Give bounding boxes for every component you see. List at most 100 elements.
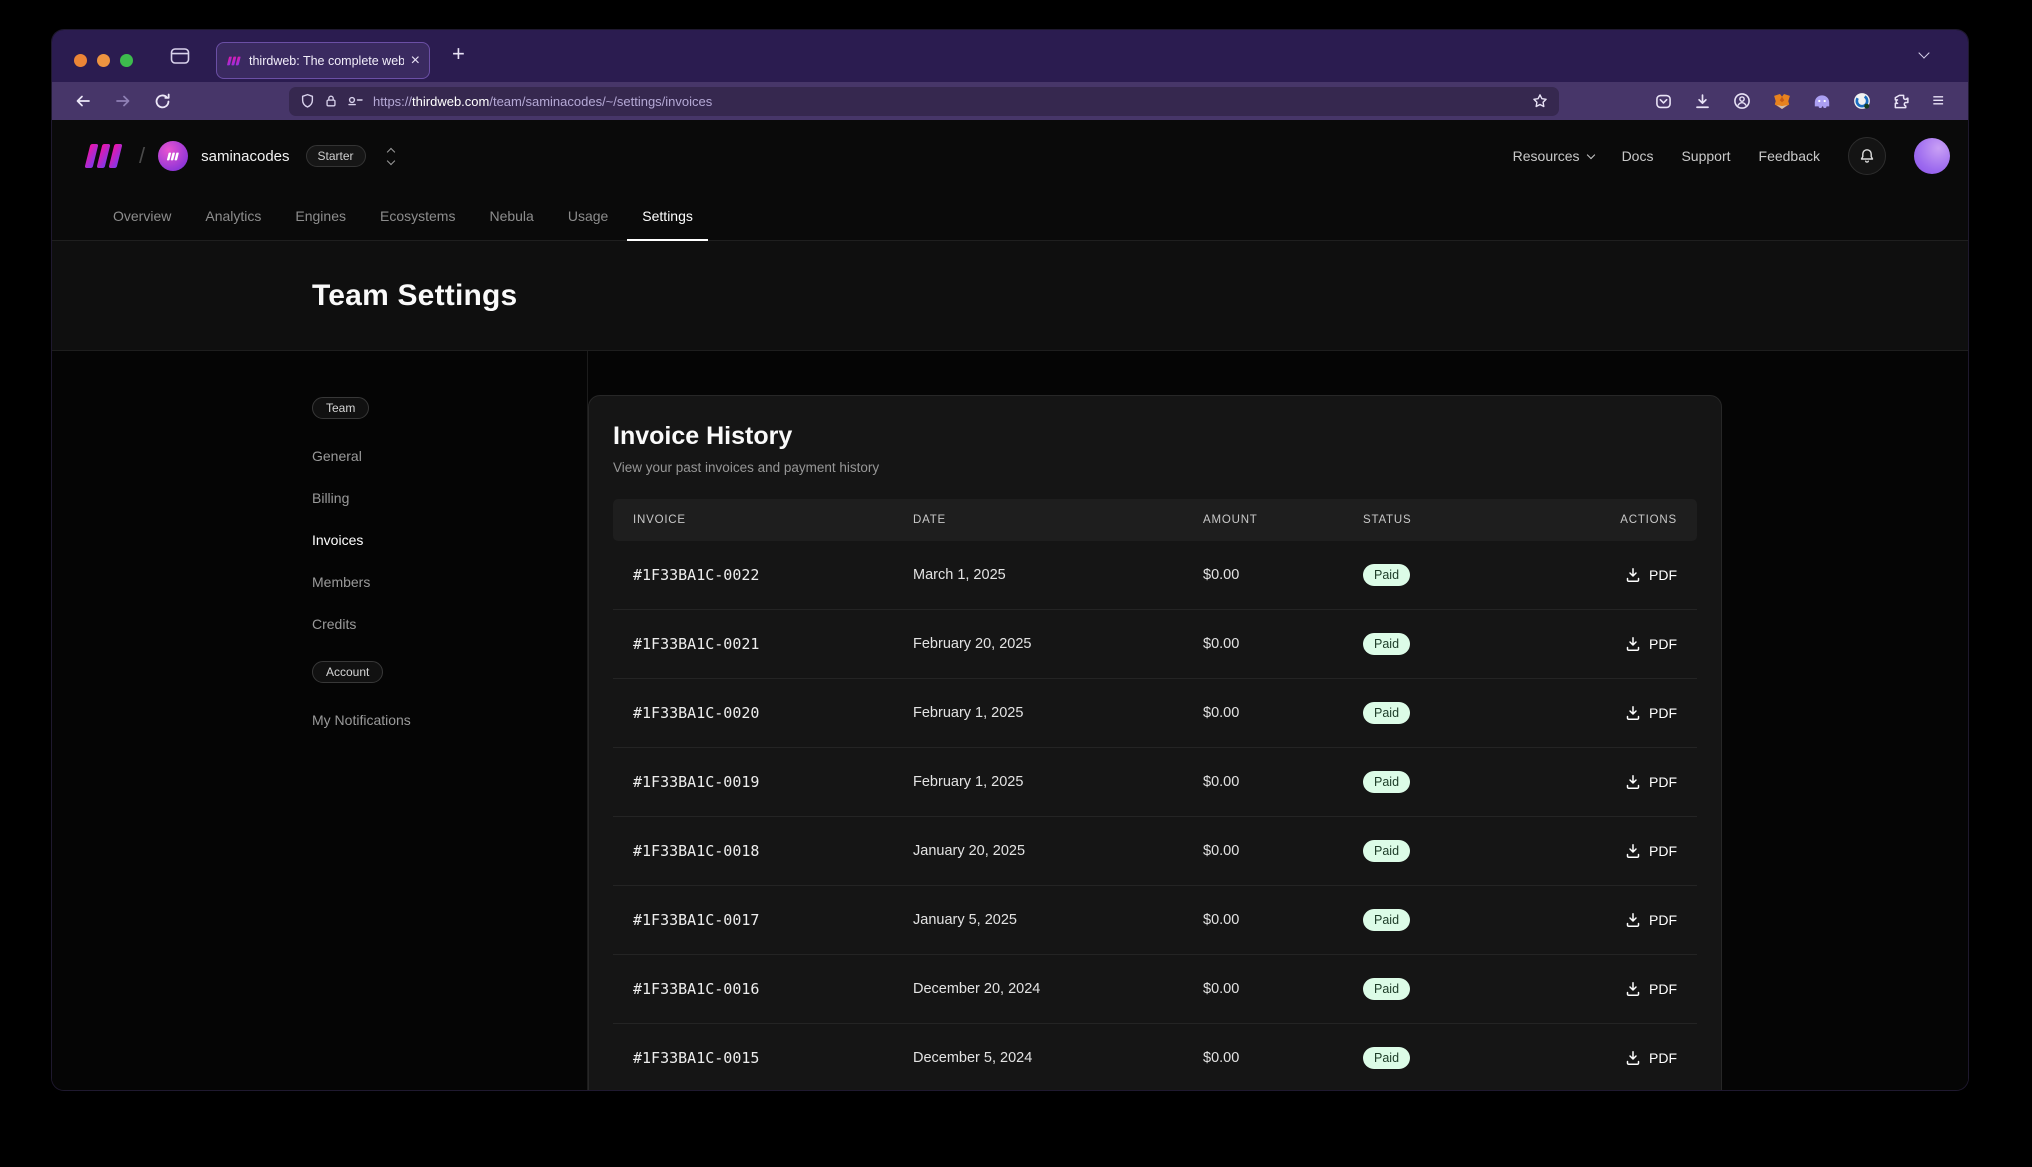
url-scheme: https:// — [373, 94, 412, 109]
card-subtitle: View your past invoices and payment hist… — [613, 460, 1697, 475]
invoice-date: March 1, 2025 — [913, 567, 1203, 583]
sidebar-group-account: Account — [312, 661, 383, 683]
chevron-up-icon — [386, 147, 394, 155]
table-row: #1F33BA1C-0015 December 5, 2024 $0.00 Pa… — [613, 1024, 1697, 1090]
download-pdf-button[interactable]: PDF — [1625, 981, 1677, 997]
firefox-view-icon[interactable] — [170, 47, 190, 65]
browser-titlebar: thirdweb: The complete web3 d × + — [52, 30, 1968, 82]
tab-ecosystems[interactable]: Ecosystems — [363, 192, 472, 240]
browser-window: thirdweb: The complete web3 d × + — [52, 30, 1968, 1090]
col-invoice: INVOICE — [633, 514, 913, 526]
invoice-id: #1F33BA1C-0018 — [633, 842, 913, 860]
tracking-protection-shield-icon[interactable] — [300, 93, 315, 109]
downloads-icon[interactable] — [1694, 93, 1711, 110]
table-row: #1F33BA1C-0016 December 20, 2024 $0.00 P… — [613, 955, 1697, 1024]
forward-button[interactable] — [114, 93, 132, 109]
window-controls — [74, 54, 133, 67]
download-pdf-button[interactable]: PDF — [1625, 774, 1677, 790]
menu-icon[interactable]: ≡ — [1932, 91, 1944, 111]
browser-tab[interactable]: thirdweb: The complete web3 d × — [216, 42, 430, 79]
tab-usage[interactable]: Usage — [551, 192, 625, 240]
bell-icon — [1859, 148, 1875, 165]
url-bar[interactable]: https://thirdweb.com/team/saminacodes/~/… — [289, 87, 1559, 116]
lock-icon[interactable] — [324, 93, 338, 109]
list-tabs-chevron-icon[interactable] — [1918, 47, 1929, 58]
status-badge: Paid — [1363, 702, 1410, 724]
account-settings-list: My Notifications — [312, 699, 587, 741]
status-badge: Paid — [1363, 1047, 1410, 1069]
user-avatar[interactable] — [1914, 138, 1950, 174]
download-icon — [1625, 567, 1641, 583]
sidebar-item-credits[interactable]: Credits — [312, 603, 587, 645]
col-amount: AMOUNT — [1203, 514, 1363, 526]
support-link[interactable]: Support — [1681, 148, 1730, 164]
sidebar-item-members[interactable]: Members — [312, 561, 587, 603]
col-date: DATE — [913, 514, 1203, 526]
invoice-id: #1F33BA1C-0021 — [633, 635, 913, 653]
new-tab-button[interactable]: + — [452, 43, 465, 65]
resources-menu[interactable]: Resources — [1513, 148, 1594, 164]
invoice-date: January 5, 2025 — [913, 912, 1203, 928]
download-pdf-button[interactable]: PDF — [1625, 567, 1677, 583]
back-button[interactable] — [74, 93, 92, 109]
tab-analytics[interactable]: Analytics — [188, 192, 278, 240]
table-header: INVOICE DATE AMOUNT STATUS ACTIONS — [613, 499, 1697, 541]
invoice-amount: $0.00 — [1203, 981, 1363, 997]
thirdweb-dashboard: / saminacodes Starter Resources Docs Sup… — [52, 120, 1968, 1090]
tab-nebula[interactable]: Nebula — [472, 192, 550, 240]
notifications-button[interactable] — [1848, 137, 1886, 175]
close-tab-icon[interactable]: × — [411, 53, 420, 69]
table-row: #1F33BA1C-0017 January 5, 2025 $0.00 Pai… — [613, 886, 1697, 955]
download-icon — [1625, 912, 1641, 928]
download-pdf-button[interactable]: PDF — [1625, 1050, 1677, 1066]
status-badge: Paid — [1363, 633, 1410, 655]
sidebar-item-general[interactable]: General — [312, 435, 587, 477]
reload-button[interactable] — [154, 93, 171, 110]
chevron-down-icon — [386, 156, 394, 164]
pocket-icon[interactable] — [1655, 93, 1672, 110]
invoice-id: #1F33BA1C-0017 — [633, 911, 913, 929]
breadcrumb: / saminacodes Starter — [82, 141, 394, 171]
phantom-extension-icon[interactable] — [1813, 93, 1831, 110]
download-pdf-button[interactable]: PDF — [1625, 636, 1677, 652]
download-icon — [1625, 636, 1641, 652]
team-avatar[interactable] — [158, 141, 188, 171]
site-permissions-icon[interactable] — [347, 94, 364, 108]
feedback-link[interactable]: Feedback — [1759, 148, 1820, 164]
chevron-down-icon — [1586, 150, 1594, 158]
account-icon[interactable] — [1733, 92, 1751, 110]
docs-link[interactable]: Docs — [1622, 148, 1654, 164]
thirdweb-logo[interactable] — [82, 142, 126, 170]
maximize-window-button[interactable] — [120, 54, 133, 67]
minimize-window-button[interactable] — [97, 54, 110, 67]
sidebar-item-my-notifications[interactable]: My Notifications — [312, 699, 587, 741]
download-pdf-button[interactable]: PDF — [1625, 843, 1677, 859]
tab-engines[interactable]: Engines — [278, 192, 363, 240]
page-title-band: Team Settings — [52, 241, 1968, 351]
status-badge: Paid — [1363, 840, 1410, 862]
wallet-extension-icon[interactable] — [1853, 92, 1871, 110]
table-row: #1F33BA1C-0022 March 1, 2025 $0.00 Paid … — [613, 541, 1697, 610]
bookmark-star-icon[interactable] — [1532, 93, 1548, 109]
site-header: / saminacodes Starter Resources Docs Sup… — [52, 120, 1968, 192]
extensions-puzzle-icon[interactable] — [1893, 93, 1910, 110]
url-text[interactable]: https://thirdweb.com/team/saminacodes/~/… — [373, 94, 712, 109]
sidebar-item-billing[interactable]: Billing — [312, 477, 587, 519]
page-title: Team Settings — [312, 279, 517, 313]
header-actions: Resources Docs Support Feedback — [1513, 137, 1950, 175]
download-pdf-button[interactable]: PDF — [1625, 912, 1677, 928]
invoice-date: February 1, 2025 — [913, 774, 1203, 790]
team-name[interactable]: saminacodes — [201, 148, 289, 165]
table-row: #1F33BA1C-0021 February 20, 2025 $0.00 P… — [613, 610, 1697, 679]
invoice-id: #1F33BA1C-0022 — [633, 566, 913, 584]
close-window-button[interactable] — [74, 54, 87, 67]
sidebar-item-invoices[interactable]: Invoices — [312, 519, 587, 561]
team-switcher-button[interactable] — [388, 149, 394, 164]
invoice-id: #1F33BA1C-0015 — [633, 1049, 913, 1067]
metamask-extension-icon[interactable] — [1773, 93, 1791, 110]
download-pdf-button[interactable]: PDF — [1625, 705, 1677, 721]
tab-settings[interactable]: Settings — [625, 192, 710, 240]
tab-overview[interactable]: Overview — [96, 192, 188, 240]
status-badge: Paid — [1363, 771, 1410, 793]
col-actions: ACTIONS — [1620, 514, 1677, 526]
